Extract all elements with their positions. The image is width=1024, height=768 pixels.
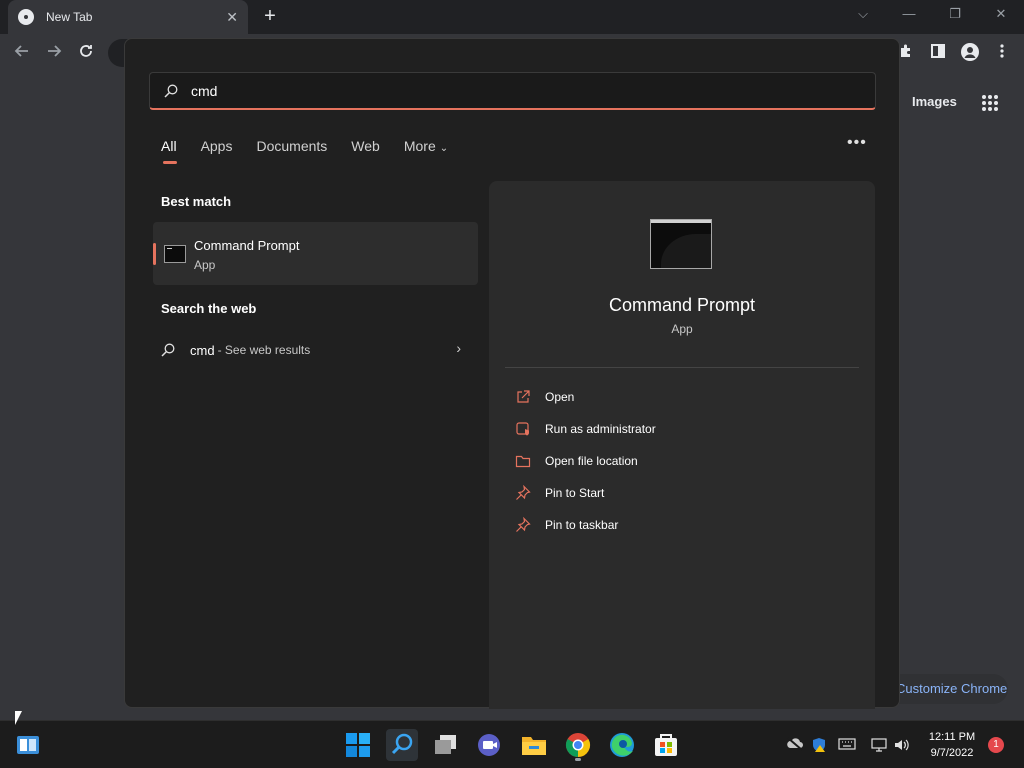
- pin-icon: [515, 484, 531, 501]
- detail-app-kind: App: [671, 322, 693, 336]
- search-icon: [161, 343, 175, 357]
- filter-more-label: More: [403, 138, 436, 154]
- running-indicator: [575, 758, 581, 761]
- filter-apps[interactable]: Apps: [201, 138, 233, 154]
- best-match-heading: Best match: [161, 194, 232, 209]
- best-match-name: Command Prompt: [194, 238, 300, 253]
- action-label: Open: [545, 390, 575, 404]
- command-prompt-icon: [164, 245, 186, 263]
- search-input[interactable]: [191, 82, 841, 99]
- action-run-as-admin[interactable]: Run as administrator: [515, 419, 656, 439]
- back-arrow-icon[interactable]: [10, 41, 34, 65]
- chrome-icon[interactable]: [562, 729, 594, 761]
- file-explorer-icon[interactable]: [518, 729, 550, 761]
- images-link[interactable]: Images: [912, 94, 957, 109]
- system-clock[interactable]: 12:11 PM 9/7/2022: [920, 729, 984, 761]
- new-tab-button[interactable]: +: [258, 4, 282, 28]
- minimize-button[interactable]: —: [894, 4, 924, 24]
- filter-all[interactable]: All: [161, 138, 177, 164]
- browser-tabstrip: New Tab ✕ + ⌵ — ❐ ✕: [0, 0, 1024, 34]
- windows-security-icon[interactable]: [810, 737, 828, 753]
- best-match-kind: App: [194, 258, 216, 272]
- action-pin-to-start[interactable]: Pin to Start: [515, 483, 604, 503]
- search-icon: [164, 84, 178, 98]
- start-button-icon[interactable]: [342, 729, 374, 761]
- result-detail-pane: Command Prompt App Open Run as administr…: [489, 181, 875, 709]
- detail-divider: [505, 367, 859, 368]
- notification-badge[interactable]: 1: [988, 737, 1004, 753]
- browser-tab[interactable]: New Tab ✕: [8, 0, 248, 34]
- filter-documents[interactable]: Documents: [256, 138, 327, 154]
- action-open[interactable]: Open: [515, 387, 574, 407]
- action-label: Run as administrator: [545, 422, 656, 436]
- chrome-menu-icon[interactable]: [992, 43, 1012, 63]
- pin-icon: [515, 516, 531, 533]
- onedrive-offline-icon[interactable]: [786, 737, 804, 753]
- google-apps-icon[interactable]: [982, 95, 998, 111]
- tab-search-chevron-icon[interactable]: ⌵: [848, 4, 878, 24]
- keyboard-icon[interactable]: [838, 737, 856, 753]
- more-options-icon[interactable]: •••: [847, 134, 867, 152]
- chevron-down-icon: ⌄: [439, 143, 449, 154]
- search-box[interactable]: [149, 72, 876, 110]
- action-label: Open file location: [545, 454, 638, 468]
- mouse-cursor-icon: [15, 711, 22, 725]
- folder-icon: [515, 453, 531, 469]
- action-label: Pin to taskbar: [545, 518, 619, 532]
- open-icon: [515, 389, 531, 405]
- search-filter-tabs: All Apps Documents Web More ⌄: [161, 138, 472, 164]
- tab-close-icon[interactable]: ✕: [226, 9, 238, 26]
- tab-title: New Tab: [46, 10, 93, 24]
- reload-icon[interactable]: [74, 41, 98, 65]
- search-web-heading: Search the web: [161, 301, 257, 316]
- clock-time: 12:11 PM: [928, 731, 976, 743]
- chrome-favicon-icon: [18, 9, 34, 25]
- command-prompt-large-icon: [650, 219, 712, 269]
- widgets-icon[interactable]: [12, 729, 44, 761]
- side-panel-icon[interactable]: [928, 43, 948, 63]
- network-icon[interactable]: [870, 737, 888, 753]
- microsoft-store-icon[interactable]: [650, 729, 682, 761]
- clock-date: 9/7/2022: [930, 747, 974, 759]
- filter-web[interactable]: Web: [351, 138, 380, 154]
- windows-search-flyout: All Apps Documents Web More⌄ ••• Best ma…: [124, 38, 900, 709]
- taskbar: 12:11 PM 9/7/2022 1: [0, 720, 1024, 768]
- restore-button[interactable]: ❐: [940, 4, 970, 24]
- edge-icon[interactable]: [606, 729, 638, 761]
- close-window-button[interactable]: ✕: [986, 4, 1016, 24]
- teams-chat-icon[interactable]: [474, 729, 506, 761]
- action-label: Pin to Start: [545, 486, 605, 500]
- profile-avatar-icon[interactable]: [960, 43, 980, 63]
- web-result-suffix: - See web results: [217, 343, 311, 357]
- best-match-item[interactable]: Command Prompt App: [153, 222, 478, 285]
- action-open-file-location[interactable]: Open file location: [515, 451, 638, 471]
- selection-accent: [153, 243, 156, 265]
- action-pin-to-taskbar[interactable]: Pin to taskbar: [515, 515, 618, 535]
- filter-more[interactable]: More ⌄: [404, 138, 448, 154]
- detail-app-name: Command Prompt: [608, 295, 756, 315]
- web-result-query: cmd: [190, 342, 215, 358]
- web-search-result[interactable]: cmd - See web results ›: [161, 337, 461, 363]
- chevron-right-icon: ›: [456, 340, 461, 356]
- forward-arrow-icon[interactable]: [42, 41, 66, 65]
- taskbar-search-icon[interactable]: [386, 729, 418, 761]
- volume-icon[interactable]: [893, 737, 911, 753]
- shield-icon: [515, 421, 531, 437]
- task-view-icon[interactable]: [430, 729, 462, 761]
